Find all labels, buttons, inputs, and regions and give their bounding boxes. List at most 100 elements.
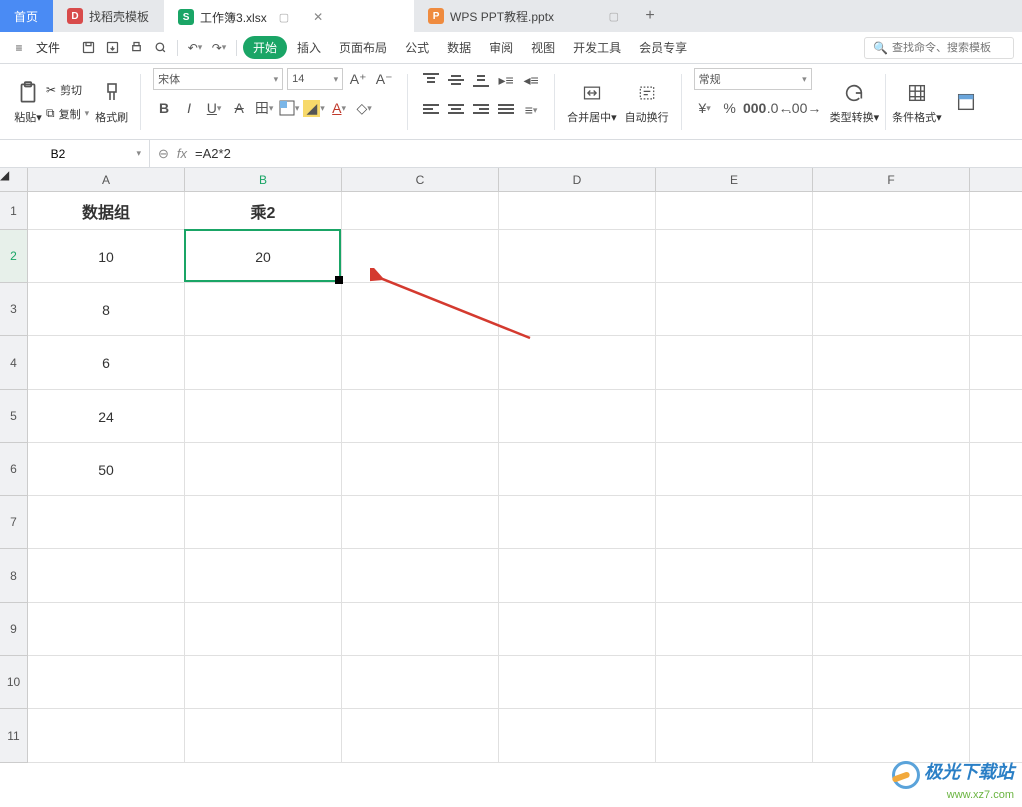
dec-dec-button[interactable]: .00→ [794,97,816,119]
table-style-button[interactable] [952,68,980,135]
cell-E3[interactable] [656,283,813,336]
row-header-7[interactable]: 7 [0,496,27,549]
cell-A2[interactable]: 10 [28,230,185,283]
cell-C10[interactable] [342,656,499,709]
align-center-icon[interactable] [445,99,467,121]
strike-button[interactable]: A [228,97,250,119]
cell-A8[interactable] [28,549,185,603]
row-header-2[interactable]: 2 [0,230,27,283]
cell-B3[interactable] [185,283,342,336]
cell-D7[interactable] [499,496,656,549]
cell-B2[interactable]: 20 [185,230,342,283]
cell-C6[interactable] [342,443,499,496]
indent-inc-icon[interactable]: ▸≡ [495,69,517,91]
row-header-8[interactable]: 8 [0,549,27,603]
cell-C3[interactable] [342,283,499,336]
row-header-10[interactable]: 10 [0,656,27,709]
search-box[interactable]: 🔍 [864,37,1014,59]
name-box[interactable]: ▾ [0,140,150,167]
row-header-5[interactable]: 5 [0,390,27,443]
cell-E8[interactable] [656,549,813,603]
tab-home[interactable]: 首页 [0,0,53,32]
cell-C8[interactable] [342,549,499,603]
cell-D11[interactable] [499,709,656,763]
cell-E10[interactable] [656,656,813,709]
comma-button[interactable]: 000 [744,97,766,119]
cell-E6[interactable] [656,443,813,496]
menu-tab-data[interactable]: 数据 [439,35,479,60]
cell-C5[interactable] [342,390,499,443]
cell-C1[interactable] [342,192,499,230]
cell-D8[interactable] [499,549,656,603]
hamburger-icon[interactable]: ≡ [8,37,30,59]
row-header-6[interactable]: 6 [0,443,27,496]
cell-A1[interactable]: 数据组 [28,192,185,230]
new-tab-button[interactable]: + [634,7,666,25]
indent-dec-icon[interactable]: ◂≡ [520,69,542,91]
save-icon[interactable] [77,37,99,59]
align-bottom-icon[interactable] [470,69,492,91]
orientation-icon[interactable]: ≡▾ [520,99,542,121]
cell-E1[interactable] [656,192,813,230]
menu-tab-view[interactable]: 视图 [523,35,563,60]
cell-E9[interactable] [656,603,813,656]
row-header-4[interactable]: 4 [0,336,27,390]
cell-F10[interactable] [813,656,970,709]
cell-B9[interactable] [185,603,342,656]
redo-icon[interactable]: ↷▾ [208,37,230,59]
cell-F5[interactable] [813,390,970,443]
menu-tab-pagelayout[interactable]: 页面布局 [331,35,395,60]
cell-D2[interactable] [499,230,656,283]
dropdown-icon[interactable]: ▾ [136,148,141,159]
col-header-C[interactable]: C [342,168,499,191]
paste-button[interactable]: 粘贴▾ [14,68,42,135]
percent-button[interactable]: % [719,97,741,119]
cell-F3[interactable] [813,283,970,336]
cell-A9[interactable] [28,603,185,656]
font-color-button[interactable]: A▾ [328,97,350,119]
menu-tab-formula[interactable]: 公式 [397,35,437,60]
cell-F1[interactable] [813,192,970,230]
cell-A7[interactable] [28,496,185,549]
copy-button[interactable]: ⧉复制▾ [46,103,89,125]
menu-tab-start[interactable]: 开始 [243,36,287,59]
cell-A3[interactable]: 8 [28,283,185,336]
cell-C4[interactable] [342,336,499,390]
cell-C2[interactable] [342,230,499,283]
cell-A5[interactable]: 24 [28,390,185,443]
cell-E4[interactable] [656,336,813,390]
cell-D1[interactable] [499,192,656,230]
number-format-select[interactable]: 常规▾ [694,68,812,90]
cancel-icon[interactable]: ⊖ [158,146,169,162]
cell-style-button[interactable]: ▾ [278,97,300,119]
increase-font-icon[interactable]: A⁺ [347,68,369,90]
select-all-corner[interactable]: ◢ [0,168,28,192]
fill-color-button[interactable]: ◢▾ [303,97,325,119]
cell-B1[interactable]: 乘2 [185,192,342,230]
tab-close-icon[interactable]: ✕ [313,10,323,24]
col-header-F[interactable]: F [813,168,970,191]
underline-button[interactable]: U▾ [203,97,225,119]
menu-tab-member[interactable]: 会员专享 [631,35,695,60]
cell-D5[interactable] [499,390,656,443]
cells-area[interactable]: 数据组乘21020862450 [28,192,1022,807]
cell-F7[interactable] [813,496,970,549]
cell-F8[interactable] [813,549,970,603]
formula-input[interactable] [195,146,1014,161]
cell-E11[interactable] [656,709,813,763]
fx-icon[interactable]: fx [177,146,187,161]
tab-template[interactable]: D 找稻壳模板 [53,0,164,32]
name-box-input[interactable] [8,147,108,161]
save-as-icon[interactable] [101,37,123,59]
cut-button[interactable]: ✂剪切 [46,79,89,101]
merge-button[interactable]: 合并居中▾ [567,68,617,135]
cell-F2[interactable] [813,230,970,283]
cell-B5[interactable] [185,390,342,443]
cell-E7[interactable] [656,496,813,549]
border-button[interactable]: 田▾ [253,97,275,119]
align-middle-icon[interactable] [445,69,467,91]
cell-D3[interactable] [499,283,656,336]
row-header-3[interactable]: 3 [0,283,27,336]
search-input[interactable] [892,42,1002,54]
bold-button[interactable]: B [153,97,175,119]
